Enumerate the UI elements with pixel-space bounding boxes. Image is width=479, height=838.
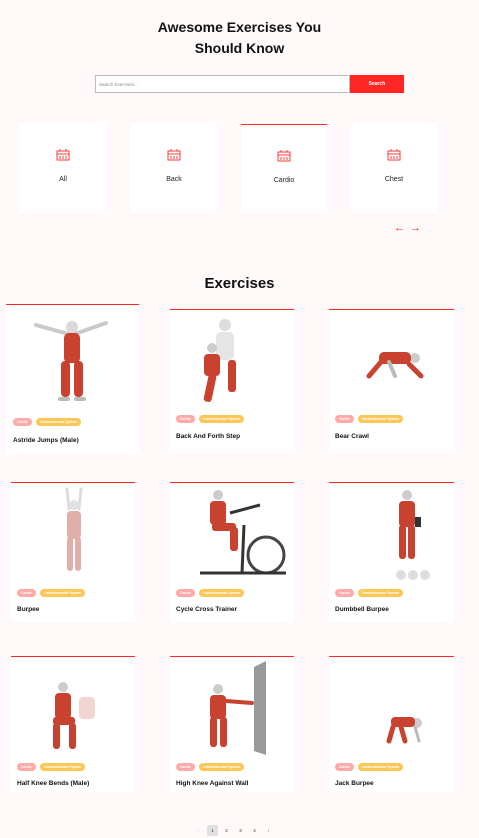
gym-icon [56, 149, 70, 161]
body-part-tag[interactable]: Cardio [335, 415, 354, 423]
exercise-card[interactable]: Cardio Cardiovascular System Burpee [11, 482, 135, 622]
exercise-card[interactable]: Cardio Cardiovascular System Half Knee B… [11, 656, 135, 792]
body-part-tag[interactable]: Cardio [335, 763, 354, 771]
exercise-card[interactable]: Cardio Cardiovascular System Bear Crawl [329, 309, 454, 451]
target-tag[interactable]: Cardiovascular System [357, 763, 404, 771]
exercise-card[interactable]: Cardio Cardiovascular System Back And Fo… [170, 309, 294, 451]
page-button[interactable]: 2 [221, 825, 232, 836]
next-page-button[interactable]: › [263, 825, 274, 836]
exercise-name: Bear Crawl [335, 433, 369, 440]
exercise-card[interactable]: Cardio Cardiovascular System Cycle Cross… [170, 482, 294, 622]
exercise-illustration [210, 661, 266, 755]
category-label: Chest [384, 176, 404, 183]
category-label: Back [166, 176, 182, 183]
exercise-illustration [53, 682, 95, 749]
exercise-name: Burpee [17, 606, 40, 613]
body-part-tag[interactable]: Cardio [17, 589, 36, 597]
category-card-chest[interactable]: Chest [351, 124, 437, 211]
scroll-right-arrow[interactable]: → [410, 221, 421, 235]
search-button[interactable]: Search [350, 75, 404, 93]
exercise-name: Jack Burpee [335, 780, 374, 787]
exercise-name: Dumbbell Burpee [335, 606, 389, 613]
exercise-name: High Knee Against Wall [176, 780, 249, 787]
category-card-all[interactable]: All [20, 124, 106, 211]
body-part-tag[interactable]: Cardio [176, 589, 195, 597]
exercise-illustration [366, 352, 424, 379]
body-part-tag[interactable]: Cardio [176, 763, 195, 771]
body-part-tag[interactable]: Cardio [13, 418, 32, 426]
category-label: All [59, 176, 67, 183]
prev-page-button[interactable]: ‹ [193, 825, 204, 836]
exercise-card[interactable]: Cardio Cardiovascular System High Knee A… [170, 656, 294, 792]
target-tag[interactable]: Cardiovascular System [357, 415, 404, 423]
exercise-card[interactable]: Cardio Cardiovascular System Dumbbell Bu… [329, 482, 454, 622]
target-tag[interactable]: Cardiovascular System [39, 589, 86, 597]
hero-title-line1: Awesome Exercises You [157, 19, 322, 35]
pagination: ‹ 1 2 3 4 › [193, 825, 274, 836]
category-label: Cardio [273, 177, 295, 184]
hero-title: Awesome Exercises You Should Know [0, 17, 479, 59]
gym-icon [387, 149, 401, 161]
exercise-name: Astride Jumps (Male) [13, 437, 79, 444]
body-part-tag[interactable]: Cardio [335, 589, 354, 597]
search-input[interactable] [95, 75, 350, 93]
page-button[interactable]: 1 [207, 825, 218, 836]
exercise-illustration [65, 487, 83, 571]
gym-icon [167, 149, 181, 161]
scroll-left-arrow[interactable]: ← [394, 221, 405, 235]
exercise-illustration [203, 319, 236, 402]
exercise-card[interactable]: Cardio Cardiovascular System Jack Burpee [329, 656, 454, 792]
page-button[interactable]: 4 [249, 825, 260, 836]
exercise-name: Half Knee Bends (Male) [17, 780, 90, 787]
target-tag[interactable]: Cardiovascular System [39, 763, 86, 771]
search-bar: Search [95, 75, 404, 93]
body-part-tag[interactable]: Cardio [176, 415, 195, 423]
category-card-cardio[interactable]: Cardio [241, 124, 327, 211]
exercise-illustration [396, 490, 430, 580]
category-card-back[interactable]: Back [131, 124, 217, 211]
exercise-illustration [386, 717, 422, 744]
target-tag[interactable]: Cardiovascular System [198, 763, 245, 771]
page-button[interactable]: 3 [235, 825, 246, 836]
exercise-card[interactable]: Cardio Cardiovascular System Astride Jum… [6, 304, 139, 453]
target-tag[interactable]: Cardiovascular System [198, 415, 245, 423]
exercise-illustration [34, 321, 108, 401]
target-tag[interactable]: Cardiovascular System [357, 589, 404, 597]
section-title: Exercises [204, 275, 275, 292]
exercise-illustration [200, 490, 286, 575]
exercise-name: Back And Forth Step [176, 433, 241, 440]
exercise-name: Cycle Cross Trainer [176, 606, 238, 613]
target-tag[interactable]: Cardiovascular System [198, 589, 245, 597]
gym-icon [277, 150, 291, 162]
target-tag[interactable]: Cardiovascular System [35, 418, 82, 426]
hero-title-line2: Should Know [194, 40, 285, 56]
body-part-tag[interactable]: Cardio [17, 763, 36, 771]
